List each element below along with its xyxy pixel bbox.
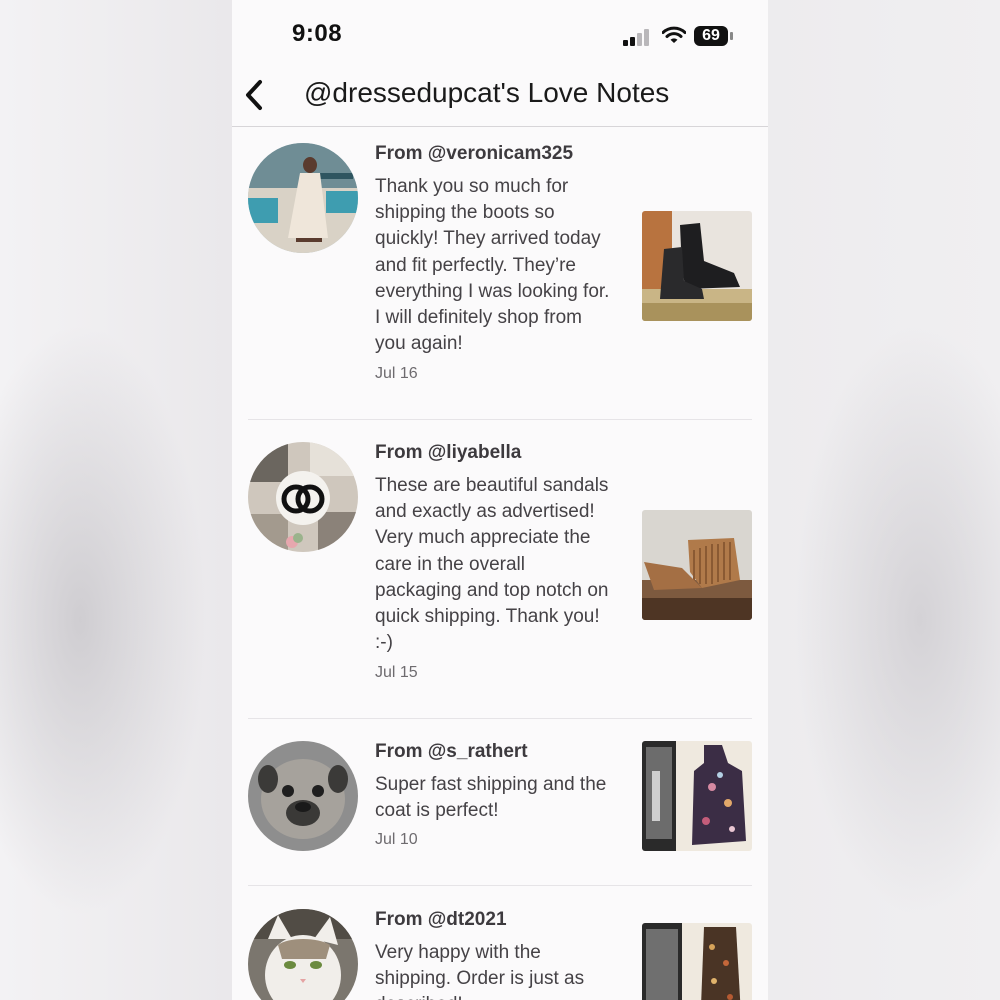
sender-handle-link[interactable]: @veronicam325 bbox=[428, 143, 573, 164]
note-from: From @s_rathert bbox=[375, 741, 528, 763]
from-label: From bbox=[375, 442, 428, 463]
avatar[interactable] bbox=[248, 143, 358, 253]
avatar[interactable] bbox=[248, 909, 358, 1000]
from-label: From bbox=[375, 741, 428, 762]
status-time: 9:08 bbox=[292, 20, 343, 47]
item-thumbnail[interactable] bbox=[642, 510, 752, 620]
item-thumbnail[interactable] bbox=[642, 741, 752, 851]
divider bbox=[248, 718, 752, 719]
note-from: From @liyabella bbox=[375, 442, 521, 464]
divider bbox=[248, 885, 752, 886]
note-date: Jul 10 bbox=[375, 831, 418, 848]
note-message: Thank you so much for shipping the boots… bbox=[375, 176, 610, 355]
cellular-signal-icon bbox=[623, 28, 651, 46]
avatar[interactable] bbox=[248, 442, 358, 552]
sender-handle-link[interactable]: @dt2021 bbox=[428, 909, 507, 930]
note-message: Super fast shipping and the coat is perf… bbox=[375, 774, 607, 822]
status-bar: 9:08 69 bbox=[232, 0, 768, 70]
from-label: From bbox=[375, 143, 428, 164]
back-button[interactable] bbox=[240, 78, 270, 112]
item-thumbnail[interactable] bbox=[642, 211, 752, 321]
note-from: From @dt2021 bbox=[375, 909, 507, 931]
item-thumbnail[interactable] bbox=[642, 923, 752, 1000]
avatar[interactable] bbox=[248, 741, 358, 851]
sender-handle-link[interactable]: @s_rathert bbox=[428, 741, 528, 762]
note-date: Jul 16 bbox=[375, 365, 418, 382]
sender-handle-link[interactable]: @liyabella bbox=[428, 442, 522, 463]
note-date: Jul 15 bbox=[375, 664, 418, 681]
page-header: @dressedupcat's Love Notes bbox=[232, 70, 768, 127]
phone-screen: 9:08 69 @dressedupcat's Love Notes From … bbox=[232, 0, 768, 1000]
battery-cap bbox=[730, 32, 733, 40]
battery-icon: 69 bbox=[694, 26, 728, 46]
note-from: From @veronicam325 bbox=[375, 143, 573, 165]
note-message: Very happy with the shipping. Order is j… bbox=[375, 942, 585, 1000]
wifi-icon bbox=[662, 26, 686, 43]
page-title: @dressedupcat's Love Notes bbox=[304, 77, 670, 108]
from-label: From bbox=[375, 909, 428, 930]
note-message: These are beautiful sandals and exactly … bbox=[375, 475, 609, 654]
divider bbox=[248, 419, 752, 420]
